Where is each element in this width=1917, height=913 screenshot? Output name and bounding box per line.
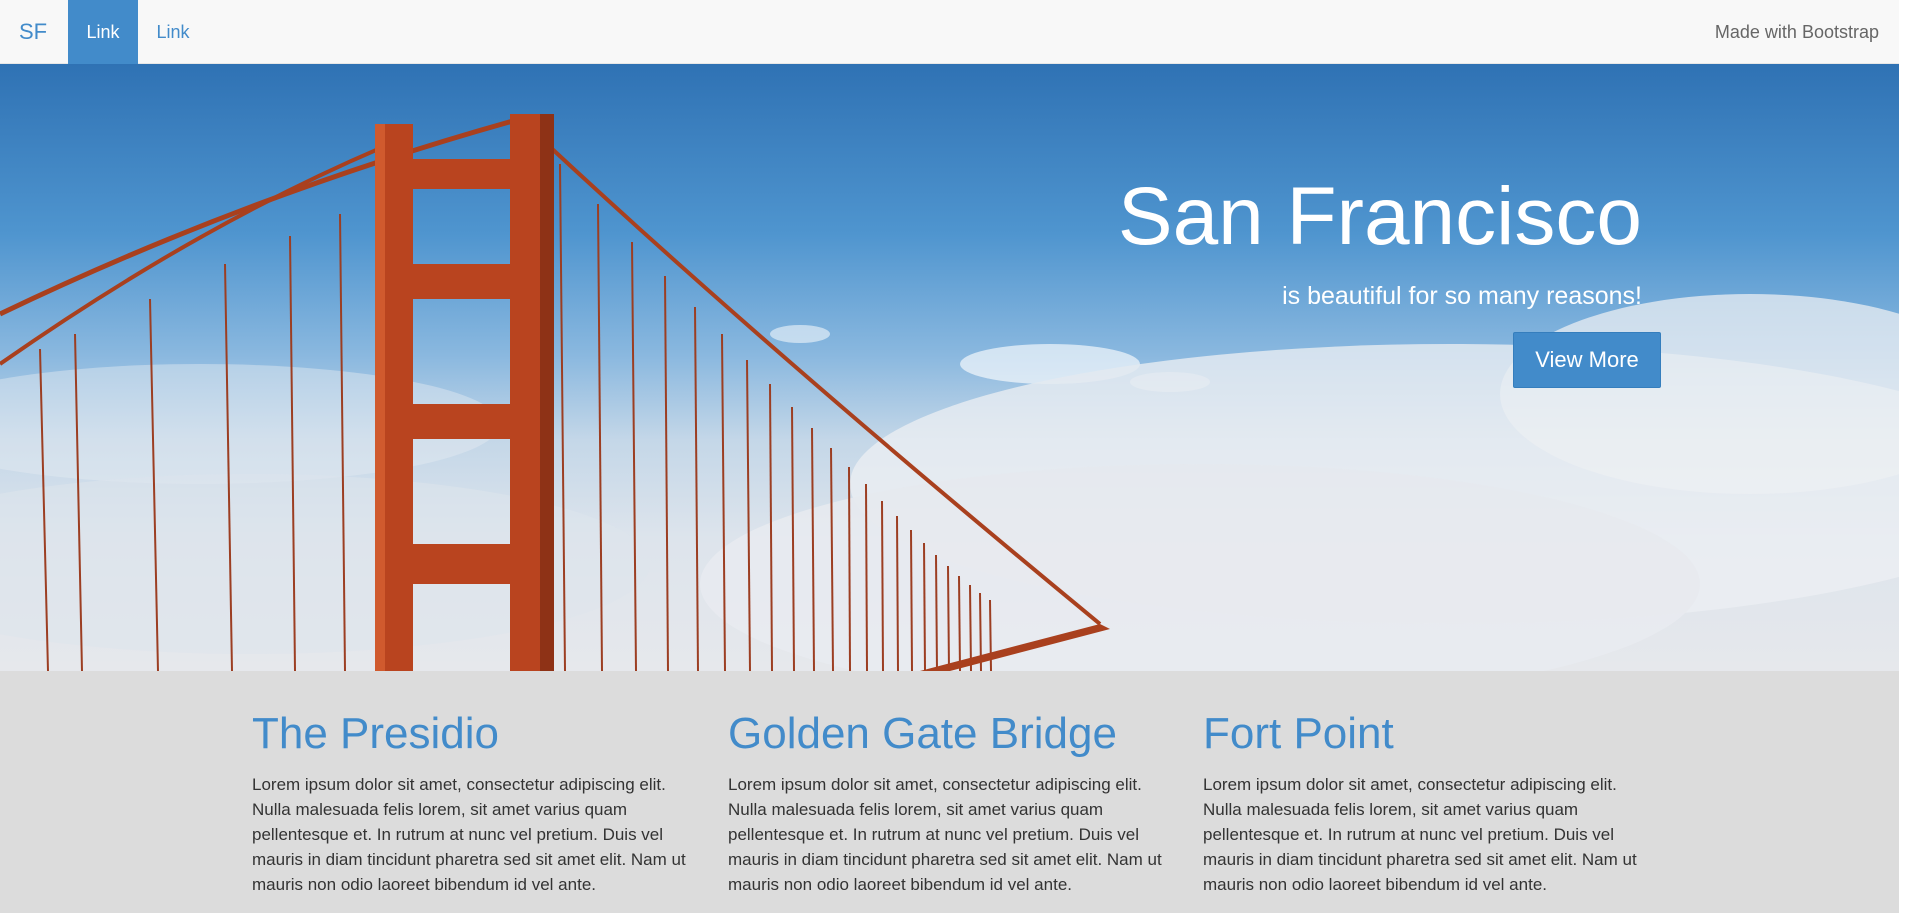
column-title: Fort Point <box>1203 709 1394 758</box>
column-text: Lorem ipsum dolor sit amet, consectetur … <box>1203 775 1637 895</box>
column-text: Lorem ipsum dolor sit amet, consectetur … <box>728 775 1162 895</box>
nav-link-2[interactable]: Link <box>138 0 208 64</box>
nav-link-1-active[interactable]: Link <box>68 0 138 64</box>
hero-banner: San Francisco is beautiful for so many r… <box>0 64 1899 671</box>
column-golden-gate: Golden Gate Bridge Lorem ipsum dolor sit… <box>728 709 1168 897</box>
column-text: Lorem ipsum dolor sit amet, consectetur … <box>252 775 686 895</box>
hero-title: San Francisco <box>1117 171 1642 262</box>
made-with-bootstrap-text: Made with Bootstrap <box>1714 22 1879 42</box>
column-presidio: The Presidio Lorem ipsum dolor sit amet,… <box>252 709 692 897</box>
navbar: SF Link Link Made with Bootstrap <box>0 0 1899 64</box>
column-title: Golden Gate Bridge <box>728 709 1117 758</box>
column-fort-point: Fort Point Lorem ipsum dolor sit amet, c… <box>1203 709 1643 897</box>
scrollbar-gutter <box>1899 0 1917 913</box>
hero-subtitle: is beautiful for so many reasons! <box>1282 282 1642 310</box>
column-title: The Presidio <box>252 709 500 758</box>
brand-link[interactable]: SF <box>19 0 47 64</box>
view-more-button[interactable]: View More <box>1513 332 1661 388</box>
